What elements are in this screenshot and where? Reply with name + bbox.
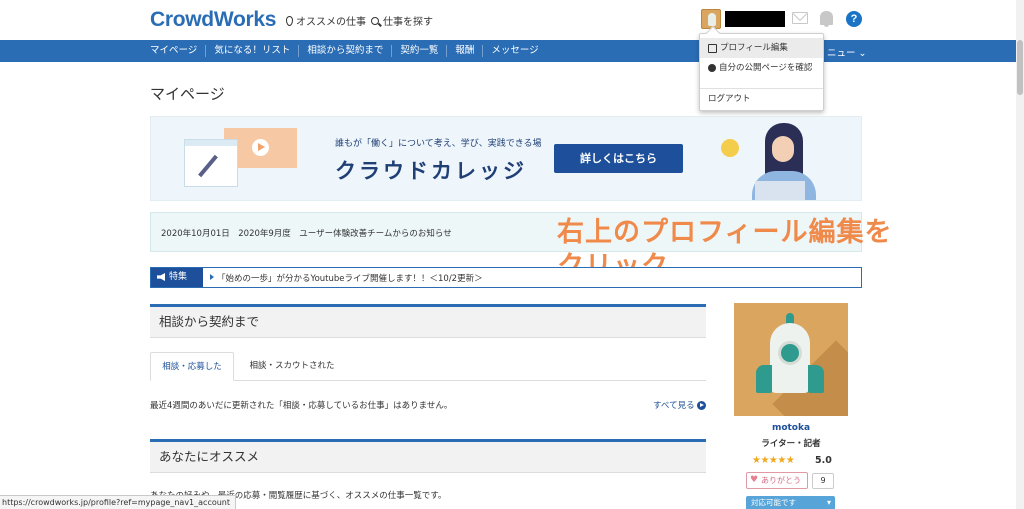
woman-face — [772, 136, 794, 162]
consult-tabs: 相談・応募した 相談・スカウトされた — [150, 352, 706, 381]
account-dropdown: プロフィール編集 自分の公開ページを確認 ログアウト — [699, 25, 824, 111]
availability-select[interactable]: 対応可能です — [746, 496, 835, 509]
arrow-right-icon — [696, 400, 706, 410]
nav-item-contracts[interactable]: 契約一覧 — [391, 45, 446, 57]
dropdown-item-logout[interactable]: ログアウト — [700, 89, 823, 109]
instruction-line-1: 右上のプロフィール編集を — [557, 217, 893, 248]
user-name-redacted[interactable] — [725, 11, 785, 27]
nav-search-jobs[interactable]: 仕事を探す — [371, 13, 433, 28]
tab-applied[interactable]: 相談・応募した — [150, 352, 234, 381]
play-icon — [252, 139, 269, 156]
see-all-label: すべて見る — [653, 401, 695, 411]
dropdown-item-label: 自分の公開ページを確認 — [719, 63, 813, 73]
dropdown-item-edit-profile[interactable]: プロフィール編集 — [700, 38, 823, 58]
nav-item-rewards[interactable]: 報酬 — [446, 45, 482, 57]
nav-search-label: 仕事を探す — [383, 17, 433, 28]
nav-item-consult[interactable]: 相談から契約まで — [298, 45, 391, 57]
section-consult-header: 相談から契約まで — [150, 304, 706, 338]
banner-details-button[interactable]: 詳しくはこちら — [554, 144, 683, 173]
mail-icon[interactable] — [792, 12, 808, 24]
thanks-button[interactable]: ありがとう — [746, 472, 808, 489]
dropdown-item-label: プロフィール編集 — [720, 43, 788, 53]
nav-recommended-label: オススメの仕事 — [296, 17, 366, 28]
globe-icon — [708, 64, 716, 72]
banner-tagline: 誰もが「働く」について考え、学び、実践できる場 — [335, 139, 542, 149]
empty-message: 最近4週間のあいだに更新された「相談・応募しているお仕事」はありません。 — [150, 401, 453, 411]
banner-title: クラウドカレッジ — [335, 159, 527, 183]
search-icon — [371, 16, 379, 25]
nav-item-favorites[interactable]: 気になる！リスト — [205, 45, 298, 57]
edit-icon — [708, 43, 717, 53]
crowdworks-logo[interactable]: CrowdWorks — [150, 8, 276, 32]
bell-icon[interactable] — [820, 11, 833, 27]
browser-status-url: https://crowdworks.jp/profile?ref=mypage… — [0, 495, 236, 509]
nav-item-messages[interactable]: メッセージ — [482, 45, 546, 57]
crowd-college-banner[interactable]: 誰もが「働く」について考え、学び、実践できる場 クラウドカレッジ 詳しくはこちら — [150, 116, 862, 201]
page-scrollbar[interactable] — [1016, 0, 1024, 509]
thanks-count: 9 — [812, 473, 834, 489]
see-all-link[interactable]: すべて見る — [653, 399, 706, 411]
nav-more-menu[interactable]: ニュー ⌄ — [827, 45, 866, 59]
rating-score: 5.0 — [815, 455, 832, 466]
nav-recommended-jobs[interactable]: オススメの仕事 — [286, 13, 366, 28]
lightbulb-icon — [721, 139, 739, 157]
dropdown-item-public-page[interactable]: 自分の公開ページを確認 — [700, 58, 823, 78]
lightbulb-icon — [286, 15, 293, 26]
section-recommended-header: あなたにオススメ — [150, 439, 706, 473]
profile-image[interactable] — [734, 303, 848, 416]
feature-link[interactable]: 「始めの一歩」が分かるYoutubeライブ開催します！！＜10/2更新＞ — [210, 272, 483, 284]
profile-role: ライター・記者 — [761, 439, 821, 449]
top-header: CrowdWorks オススメの仕事 仕事を探す ? — [0, 0, 1024, 40]
feature-tag: 特集 — [151, 268, 203, 287]
dropdown-item-label: ログアウト — [708, 94, 751, 104]
help-icon[interactable]: ? — [846, 11, 862, 27]
tab-scouted[interactable]: 相談・スカウトされた — [247, 352, 337, 381]
notice-link[interactable]: 2020年10月01日 2020年9月度 ユーザー体験改善チームからのお知らせ — [161, 227, 452, 239]
profile-name[interactable]: motoka — [734, 423, 848, 433]
main-nav-bar: マイページ 気になる！リスト 相談から契約まで 契約一覧 報酬 メッセージ ニュ… — [0, 40, 1016, 62]
page-title: マイページ — [150, 85, 225, 103]
feature-bar: 特集 「始めの一歩」が分かるYoutubeライブ開催します！！＜10/2更新＞ — [150, 267, 862, 288]
scrollbar-thumb[interactable] — [1017, 40, 1023, 95]
nav-item-mypage[interactable]: マイページ — [142, 45, 205, 57]
laptop-illustration — [755, 181, 805, 200]
rating-stars: ★★★★★ — [752, 455, 795, 466]
